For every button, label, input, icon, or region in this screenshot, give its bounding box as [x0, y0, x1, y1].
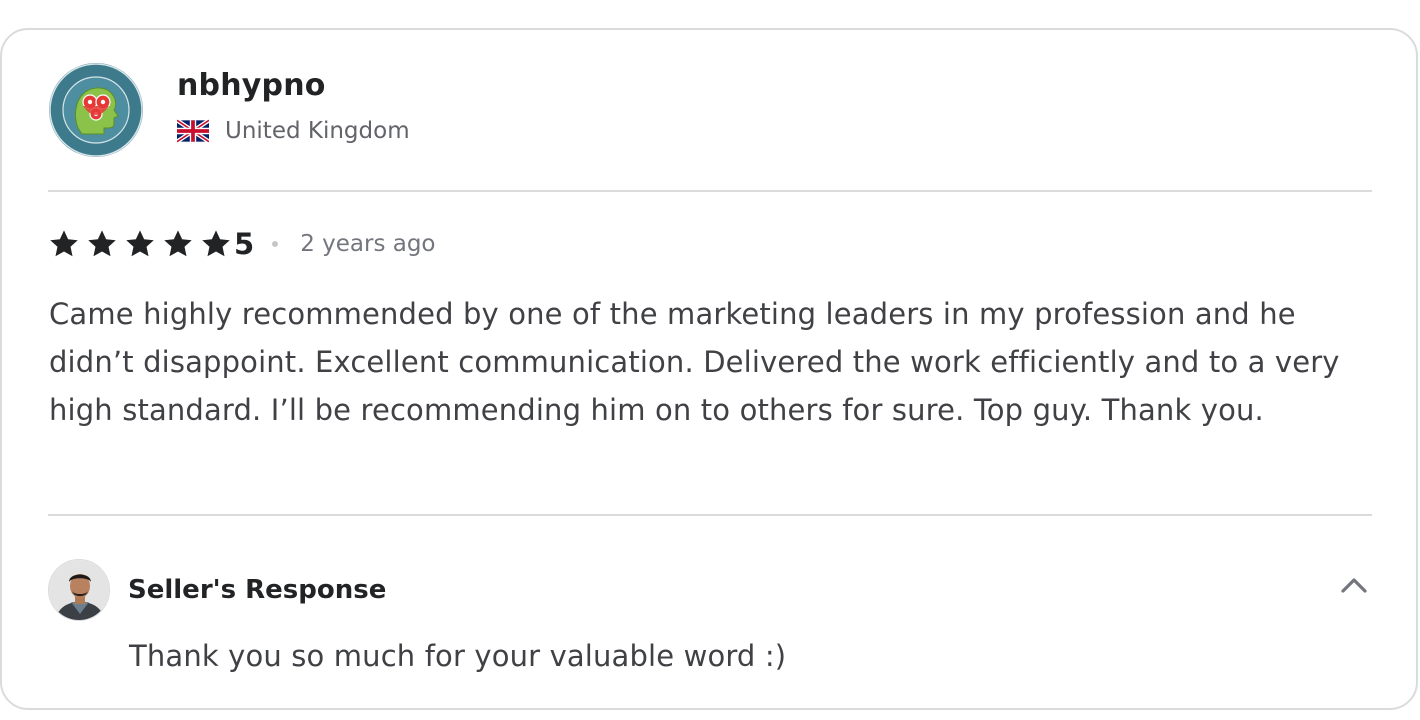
- rating-value: 5: [234, 227, 255, 261]
- uk-flag-icon: [175, 118, 211, 144]
- country-name: United Kingdom: [225, 118, 410, 144]
- reviewer-header: nbhypno United Kingdom: [48, 62, 410, 158]
- star-icon: [202, 230, 230, 257]
- reviewer-info: nbhypno United Kingdom: [175, 62, 410, 144]
- review-card: nbhypno United Kingdom 5 2 years ago Cam…: [0, 28, 1418, 710]
- reviewer-avatar[interactable]: [48, 62, 144, 158]
- divider: [48, 190, 1372, 192]
- star-icon: [50, 230, 78, 257]
- seller-response-title: Seller's Response: [128, 575, 387, 605]
- review-time: 2 years ago: [300, 231, 436, 257]
- seller-avatar: [48, 559, 110, 621]
- chevron-up-icon[interactable]: [1336, 568, 1372, 604]
- divider: [48, 514, 1372, 516]
- seller-avatar-icon: [49, 560, 109, 620]
- review-text: Came highly recommended by one of the ma…: [49, 297, 1340, 427]
- rating-row: 5 2 years ago: [48, 226, 436, 262]
- reviewer-country: United Kingdom: [175, 118, 410, 144]
- hypnotherapy-logo-icon: [49, 63, 143, 157]
- reviewer-name[interactable]: nbhypno: [177, 66, 410, 106]
- star-icon: [88, 230, 116, 257]
- star-icon: [164, 230, 192, 257]
- star-icon: [126, 230, 154, 257]
- seller-response-text: Thank you so much for your valuable word…: [129, 639, 787, 673]
- separator-dot: [272, 241, 279, 247]
- seller-response-header[interactable]: Seller's Response: [48, 558, 1372, 622]
